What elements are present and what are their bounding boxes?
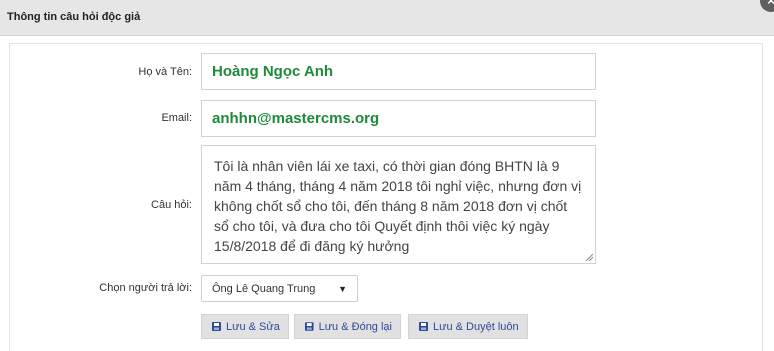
- save-close-label: Lưu & Đóng lại: [318, 320, 392, 333]
- responder-label: Chọn người trả lời:: [99, 282, 192, 294]
- floppy-disk-icon: [419, 322, 428, 331]
- caret-down-icon: ▼: [338, 283, 347, 294]
- resize-handle-icon[interactable]: [585, 253, 594, 262]
- floppy-disk-icon: [212, 322, 221, 331]
- name-value: Hoàng Ngọc Anh: [212, 63, 334, 80]
- question-text: Tôi là nhân viên lái xe taxi, có thời gi…: [214, 158, 582, 254]
- save-edit-label: Lưu & Sửa: [226, 320, 280, 333]
- close-button[interactable]: ×: [760, 0, 774, 12]
- close-icon: ×: [767, 0, 774, 8]
- save-approve-label: Lưu & Duyệt luôn: [433, 320, 519, 333]
- email-label: Email:: [161, 112, 192, 124]
- question-label: Câu hỏi:: [151, 199, 192, 211]
- save-close-button[interactable]: Lưu & Đóng lại: [294, 314, 401, 339]
- question-textarea[interactable]: Tôi là nhân viên lái xe taxi, có thời gi…: [201, 145, 596, 264]
- responder-select[interactable]: Ông Lê Quang Trung ▼: [201, 275, 358, 302]
- name-field[interactable]: Hoàng Ngọc Anh: [201, 53, 596, 90]
- save-edit-button[interactable]: Lưu & Sửa: [201, 314, 289, 339]
- responder-selected: Ông Lê Quang Trung: [212, 282, 316, 295]
- name-label: Họ và Tên:: [138, 66, 192, 78]
- save-approve-button[interactable]: Lưu & Duyệt luôn: [408, 314, 528, 339]
- floppy-disk-icon: [305, 322, 314, 331]
- modal-header: Thông tin câu hỏi độc giả ×: [0, 0, 774, 36]
- email-field[interactable]: anhhn@mastercms.org: [201, 100, 596, 137]
- modal-title: Thông tin câu hỏi độc giả: [7, 11, 141, 23]
- email-value: anhhn@mastercms.org: [212, 110, 380, 127]
